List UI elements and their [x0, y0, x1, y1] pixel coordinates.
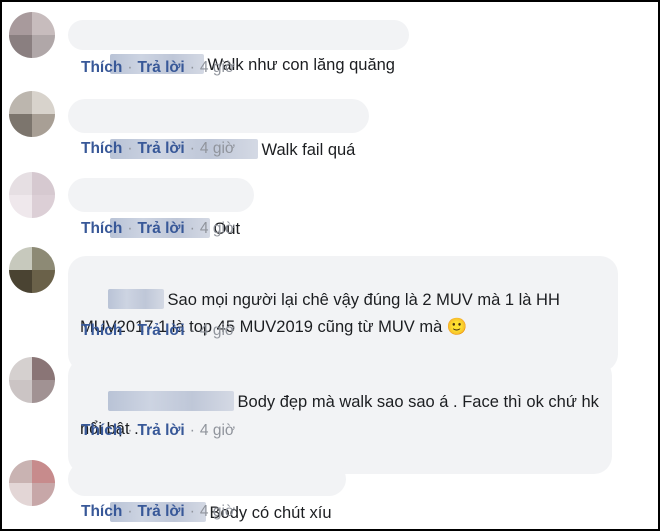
- comment-time[interactable]: 4 giờ: [200, 503, 235, 520]
- like-link[interactable]: Thích: [81, 422, 122, 439]
- like-link[interactable]: Thích: [81, 220, 122, 237]
- comments-panel: Walk như con lăng quăng Thích · Trả lời · 4 …: [0, 0, 660, 531]
- comment-time[interactable]: 4 giờ: [200, 220, 235, 237]
- avatar-pixel: [32, 195, 55, 218]
- comment-bubble: Walk fail quá: [68, 99, 370, 159]
- avatar-pixel: [32, 114, 55, 137]
- like-link[interactable]: Thích: [81, 140, 122, 157]
- avatar[interactable]: [9, 357, 55, 403]
- reply-link[interactable]: Trả lời: [138, 59, 185, 76]
- avatar-pixel: [32, 35, 55, 58]
- avatar[interactable]: [9, 172, 55, 218]
- avatar-pixel: [9, 380, 32, 403]
- comment-actions: Thích · Trả lời · 4 giờ: [81, 59, 236, 76]
- avatar-pixel: [32, 380, 55, 403]
- comment-bubble: Body có chút xíu: [68, 462, 346, 522]
- reply-link[interactable]: Trả lời: [138, 220, 185, 237]
- comment-bubble: Sao mọi người lại chê vậy đúng là 2 MUV …: [68, 256, 618, 372]
- avatar-pixel: [9, 357, 32, 380]
- avatar[interactable]: [9, 247, 55, 293]
- avatar-pixel: [9, 35, 32, 58]
- comment-actions: Thích · Trả lời · 4 giờ: [81, 503, 236, 520]
- like-link[interactable]: Thích: [81, 503, 122, 520]
- reply-link[interactable]: Trả lời: [138, 503, 185, 520]
- avatar[interactable]: [9, 12, 55, 58]
- comment-time[interactable]: 4 giờ: [200, 59, 235, 76]
- comment-time[interactable]: 4 giờ: [200, 422, 235, 439]
- like-link[interactable]: Thích: [81, 322, 122, 339]
- avatar-pixel: [32, 12, 55, 35]
- commenter-name-blurred[interactable]: [107, 391, 234, 411]
- avatar-pixel: [9, 195, 32, 218]
- comment-bubble: Body đẹp mà walk sao sao á . Face thì ok…: [68, 358, 612, 474]
- comment-actions: Thích · Trả lời · 4 giờ: [81, 322, 236, 339]
- avatar-pixel: [9, 114, 32, 137]
- avatar-pixel: [9, 460, 32, 483]
- comment-actions: Thích · Trả lời · 4 giờ: [81, 140, 236, 157]
- avatar-pixel: [9, 483, 32, 506]
- avatar-pixel: [9, 247, 32, 270]
- comment-actions: Thích · Trả lời · 4 giờ: [81, 422, 236, 439]
- avatar-pixel: [9, 91, 32, 114]
- avatar-pixel: [32, 460, 55, 483]
- avatar-pixel: [32, 483, 55, 506]
- avatar[interactable]: [9, 91, 55, 137]
- comment-time[interactable]: 4 giờ: [200, 322, 235, 339]
- avatar-pixel: [9, 270, 32, 293]
- avatar-pixel: [9, 172, 32, 195]
- comment-text: Walk như con lăng quăng: [207, 56, 395, 74]
- reply-link[interactable]: Trả lời: [138, 140, 185, 157]
- reply-link[interactable]: Trả lời: [138, 422, 185, 439]
- avatar-pixel: [9, 12, 32, 35]
- avatar-pixel: [32, 270, 55, 293]
- comment-actions: Thích · Trả lời · 4 giờ: [81, 220, 236, 237]
- reply-link[interactable]: Trả lời: [138, 322, 185, 339]
- comment-text: Walk fail quá: [261, 141, 356, 159]
- avatar-pixel: [32, 247, 55, 270]
- comment-bubble: Walk như con lăng quăng: [68, 20, 409, 74]
- commenter-name-blurred[interactable]: [107, 289, 164, 309]
- avatar-pixel: [32, 91, 55, 114]
- comment-bubble: Out: [68, 178, 255, 238]
- comment-time[interactable]: 4 giờ: [200, 140, 235, 157]
- avatar-pixel: [32, 357, 55, 380]
- avatar[interactable]: [9, 460, 55, 506]
- like-link[interactable]: Thích: [81, 59, 122, 76]
- avatar-pixel: [32, 172, 55, 195]
